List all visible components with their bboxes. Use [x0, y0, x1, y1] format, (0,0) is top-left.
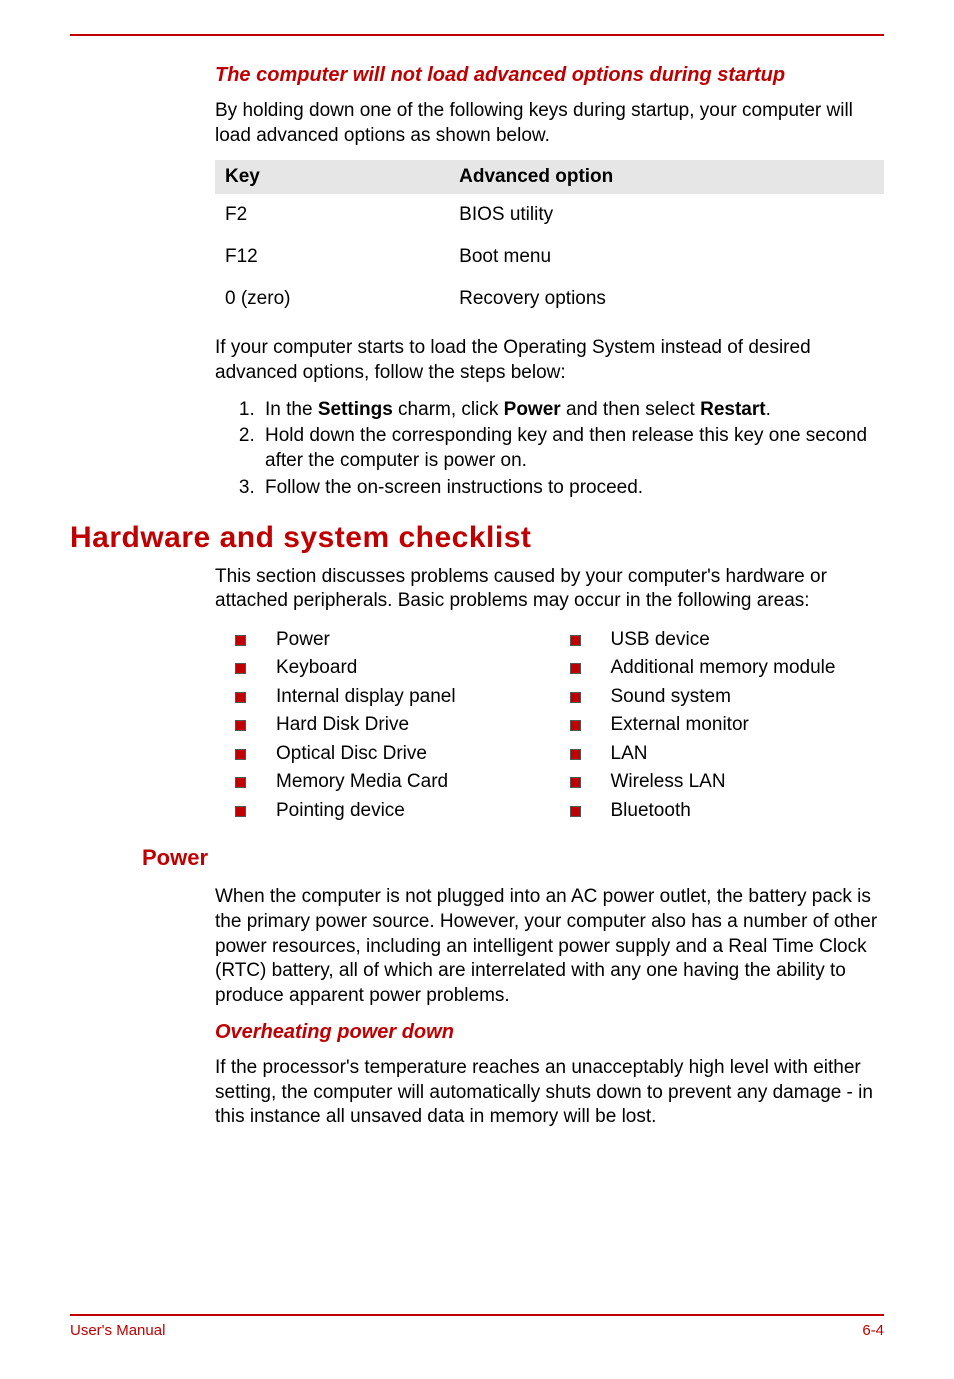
table-header-key: Key — [215, 160, 449, 194]
intro-paragraph-1: By holding down one of the following key… — [215, 99, 884, 148]
list-item-label: USB device — [611, 626, 710, 655]
square-bullet-icon — [235, 777, 246, 788]
table-header-option: Advanced option — [449, 160, 884, 194]
hardware-right-list: USB device Additional memory module Soun… — [550, 626, 885, 826]
list-item: USB device — [550, 626, 885, 655]
table-cell-key: 0 (zero) — [215, 278, 449, 320]
top-horizontal-rule — [70, 34, 884, 36]
square-bullet-icon — [570, 749, 581, 760]
footer-page-number: 6-4 — [862, 1322, 884, 1339]
table-row: 0 (zero) Recovery options — [215, 278, 884, 320]
list-item-label: Power — [276, 626, 330, 655]
heading-power: Power — [142, 845, 884, 871]
table-cell-option: Boot menu — [449, 236, 884, 278]
hardware-left-list: Power Keyboard Internal display panel Ha… — [215, 626, 550, 826]
table-row: F2 BIOS utility — [215, 194, 884, 236]
list-item-label: Memory Media Card — [276, 768, 448, 797]
list-item-label: Pointing device — [276, 797, 405, 826]
square-bullet-icon — [235, 635, 246, 646]
heading-advanced-options: The computer will not load advanced opti… — [215, 64, 884, 87]
step-2: Hold down the corresponding key and then… — [260, 424, 884, 473]
key-advanced-option-table: Key Advanced option F2 BIOS utility F12 … — [215, 160, 884, 320]
square-bullet-icon — [570, 720, 581, 731]
square-bullet-icon — [235, 692, 246, 703]
list-item: Power — [215, 626, 550, 655]
list-item: LAN — [550, 740, 885, 769]
square-bullet-icon — [235, 720, 246, 731]
table-cell-option: Recovery options — [449, 278, 884, 320]
footer-left-text: User's Manual — [70, 1322, 165, 1339]
step-1-text-mid2: and then select — [561, 399, 700, 420]
table-header-row: Key Advanced option — [215, 160, 884, 194]
step-1-text-prefix: In the — [265, 399, 318, 420]
step-1-text-suffix: . — [766, 399, 771, 420]
after-table-paragraph: If your computer starts to load the Oper… — [215, 336, 884, 385]
table-row: F12 Boot menu — [215, 236, 884, 278]
list-item: Hard Disk Drive — [215, 711, 550, 740]
step-1: In the Settings charm, click Power and t… — [260, 398, 884, 423]
list-item-label: Sound system — [611, 683, 731, 712]
square-bullet-icon — [570, 806, 581, 817]
list-item: Wireless LAN — [550, 768, 885, 797]
step-1-bold-restart: Restart — [700, 399, 765, 420]
list-item: Bluetooth — [550, 797, 885, 826]
square-bullet-icon — [235, 806, 246, 817]
heading-overheating: Overheating power down — [215, 1021, 884, 1044]
overheating-paragraph: If the processor's temperature reaches a… — [215, 1056, 884, 1130]
list-item-label: LAN — [611, 740, 648, 769]
step-1-text-mid1: charm, click — [393, 399, 504, 420]
steps-list: In the Settings charm, click Power and t… — [215, 398, 884, 501]
list-item-label: Internal display panel — [276, 683, 456, 712]
power-paragraph: When the computer is not plugged into an… — [215, 885, 884, 1008]
square-bullet-icon — [570, 635, 581, 646]
list-item: Keyboard — [215, 654, 550, 683]
list-item: Optical Disc Drive — [215, 740, 550, 769]
table-cell-option: BIOS utility — [449, 194, 884, 236]
list-item: Memory Media Card — [215, 768, 550, 797]
step-3: Follow the on-screen instructions to pro… — [260, 476, 884, 501]
step-1-bold-settings: Settings — [318, 399, 393, 420]
list-item-label: Wireless LAN — [611, 768, 726, 797]
list-item-label: Bluetooth — [611, 797, 691, 826]
list-item-label: Optical Disc Drive — [276, 740, 427, 769]
square-bullet-icon — [235, 663, 246, 674]
hardware-two-column-list: Power Keyboard Internal display panel Ha… — [215, 626, 884, 826]
list-item: Pointing device — [215, 797, 550, 826]
table-cell-key: F2 — [215, 194, 449, 236]
square-bullet-icon — [570, 663, 581, 674]
list-item: External monitor — [550, 711, 885, 740]
square-bullet-icon — [235, 749, 246, 760]
step-1-bold-power: Power — [504, 399, 561, 420]
list-item-label: External monitor — [611, 711, 749, 740]
list-item-label: Hard Disk Drive — [276, 711, 409, 740]
list-item: Sound system — [550, 683, 885, 712]
list-item-label: Additional memory module — [611, 654, 836, 683]
page-footer: User's Manual 6-4 — [70, 1314, 884, 1339]
table-cell-key: F12 — [215, 236, 449, 278]
list-item: Internal display panel — [215, 683, 550, 712]
heading-hardware-checklist: Hardware and system checklist — [70, 521, 884, 555]
square-bullet-icon — [570, 692, 581, 703]
square-bullet-icon — [570, 777, 581, 788]
list-item: Additional memory module — [550, 654, 885, 683]
hardware-intro-paragraph: This section discusses problems caused b… — [215, 565, 884, 614]
list-item-label: Keyboard — [276, 654, 357, 683]
